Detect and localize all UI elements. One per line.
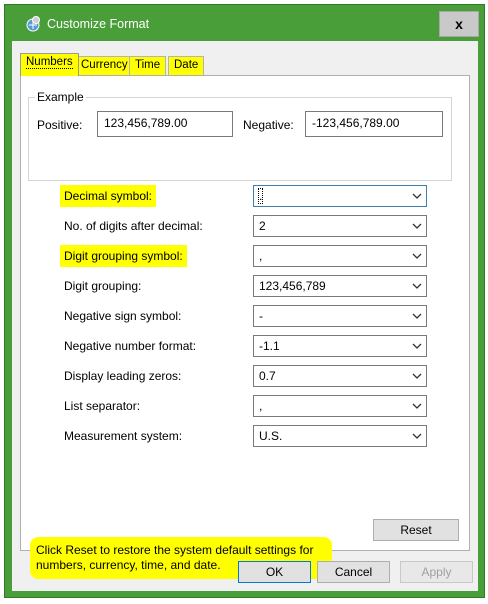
digit-grouping-label: Digit grouping: — [64, 279, 142, 293]
negative-number-format-value: -1.1 — [259, 339, 280, 353]
tab-numbers[interactable]: Numbers — [20, 53, 79, 76]
chevron-down-icon — [412, 373, 422, 379]
digits-after-decimal-value: 2 — [259, 219, 266, 233]
negative-label: Negative: — [243, 118, 294, 132]
chevron-down-icon — [412, 433, 422, 439]
decimal-symbol-dropdown[interactable]: . — [253, 185, 427, 207]
display-leading-zeros-label: Display leading zeros: — [64, 369, 182, 383]
dialog-client-area: Numbers Currency Time Date Example Posit… — [12, 41, 478, 591]
negative-number-format-label: Negative number format: — [64, 339, 197, 353]
chevron-down-icon — [412, 253, 422, 259]
tab-date[interactable]: Date — [168, 56, 205, 75]
ok-button[interactable]: OK — [238, 561, 311, 583]
display-leading-zeros-value: 0.7 — [259, 369, 276, 383]
list-separator-label: List separator: — [64, 399, 141, 413]
tab-time[interactable]: Time — [129, 56, 167, 75]
chevron-down-icon — [412, 313, 422, 319]
example-legend: Example — [35, 90, 86, 104]
window-title: Customize Format — [47, 17, 150, 31]
positive-label: Positive: — [37, 118, 83, 132]
positive-example-field: 123,456,789.00 — [97, 111, 233, 137]
customize-format-window: Customize Format x Numbers Currency Time… — [4, 4, 485, 598]
measurement-system-dropdown[interactable]: U.S. — [253, 425, 427, 447]
list-separator-dropdown[interactable]: , — [253, 395, 427, 417]
negative-number-format-dropdown[interactable]: -1.1 — [253, 335, 427, 357]
title-bar[interactable]: Customize Format x — [5, 5, 484, 43]
apply-button: Apply — [400, 561, 473, 583]
display-leading-zeros-dropdown[interactable]: 0.7 — [253, 365, 427, 387]
measurement-system-label: Measurement system: — [64, 429, 183, 443]
region-settings-icon — [26, 16, 40, 32]
cancel-button[interactable]: Cancel — [317, 561, 390, 583]
digit-grouping-symbol-label: Digit grouping symbol: — [64, 249, 183, 263]
decimal-symbol-label: Decimal symbol: — [64, 189, 153, 203]
example-group: Example Positive: 123,456,789.00 Negativ… — [28, 90, 452, 181]
chevron-down-icon — [412, 283, 422, 289]
reset-button[interactable]: Reset — [373, 519, 459, 541]
close-button[interactable]: x — [439, 11, 479, 37]
list-separator-value: , — [259, 399, 263, 413]
negative-example-field: -123,456,789.00 — [305, 111, 443, 137]
decimal-symbol-value: . — [257, 188, 264, 204]
digit-grouping-value: 123,456,789 — [259, 279, 326, 293]
digits-after-decimal-dropdown[interactable]: 2 — [253, 215, 427, 237]
measurement-system-value: U.S. — [259, 429, 283, 443]
chevron-down-icon — [412, 343, 422, 349]
negative-sign-symbol-value: - — [259, 309, 263, 323]
chevron-down-icon — [412, 223, 422, 229]
chevron-down-icon — [412, 193, 422, 199]
digits-after-decimal-label: No. of digits after decimal: — [64, 219, 203, 233]
chevron-down-icon — [412, 403, 422, 409]
digit-grouping-symbol-value: , — [259, 249, 263, 263]
digit-grouping-symbol-dropdown[interactable]: , — [253, 245, 427, 267]
negative-sign-symbol-dropdown[interactable]: - — [253, 305, 427, 327]
digit-grouping-dropdown[interactable]: 123,456,789 — [253, 275, 427, 297]
tab-currency[interactable]: Currency — [75, 56, 134, 75]
negative-sign-symbol-label: Negative sign symbol: — [64, 309, 182, 323]
